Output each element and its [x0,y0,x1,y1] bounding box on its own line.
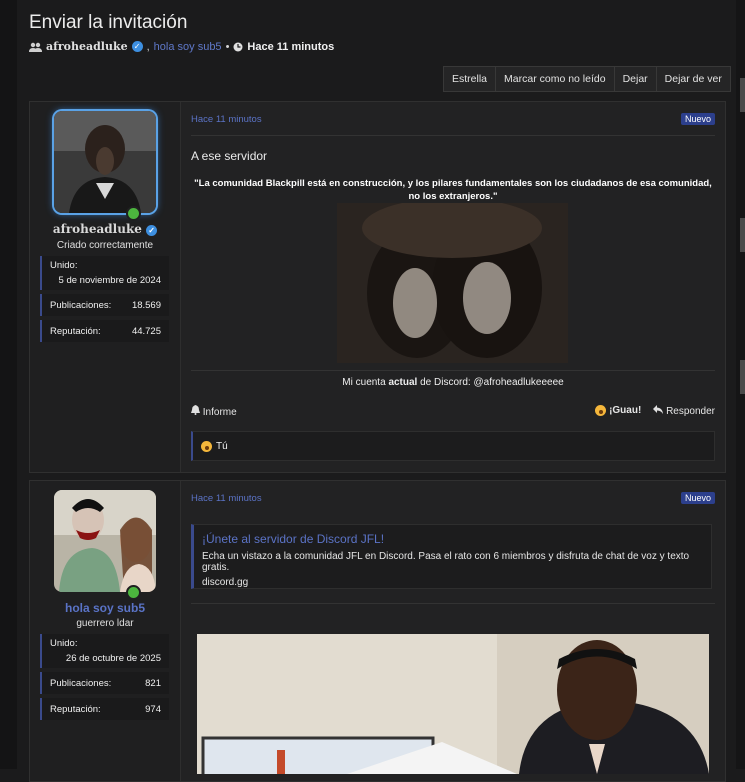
report-button[interactable]: Informe [191,405,237,418]
verified-icon: ✓ [131,41,143,52]
stat-label: Publicaciones: [50,677,112,689]
stat-label: Publicaciones: [50,299,112,311]
reactions-bar[interactable]: Tú [191,431,715,461]
post-quote: "La comunidad Blackpill está en construc… [194,178,712,202]
avatar-image [54,111,156,213]
embed-description: Echa un vistazo a la comunidad JFL en Di… [202,551,690,573]
user-title: Criado correctamente [56,240,154,251]
new-badge: Nuevo [680,492,715,504]
stat-value: 44.725 [131,325,161,337]
thread-time: Hace 11 minutos [247,40,335,53]
right-rail-chip [740,78,745,112]
emoji-wow-icon [201,440,212,452]
online-indicator [126,585,141,600]
user-panel: afroheadluke ✓ Criado correctamente Unid… [30,102,181,472]
signature-bold: actual [388,377,418,388]
stat-value: 974 [145,703,161,715]
stat-posts: Publicaciones: 821 [40,672,169,694]
stat-value: 5 de noviembre de 2024 [58,275,161,286]
new-badge: Nuevo [680,113,715,125]
thread-toolbar: Estrella Marcar como no leído Dejar Deja… [443,66,731,92]
right-rail-chip [740,218,745,252]
avatar[interactable] [54,111,156,213]
reply-label: Responder [666,406,715,417]
post-actions: Informe ¡Guau! Responder [191,405,715,418]
post-subject: A ese servidor [191,149,268,163]
signature-text: de Discord: @afroheadlukeeeee [417,377,564,388]
stat-posts: Publicaciones: 18.569 [40,294,169,316]
post-username[interactable]: afroheadluke ✓ [30,222,180,236]
star-button[interactable]: Estrella [444,67,495,91]
thread-author[interactable]: afroheadluke [46,40,128,53]
stat-joined: Unido: 5 de noviembre de 2024 [40,256,169,290]
post-video-image[interactable] [197,634,709,774]
clock-icon [233,42,243,51]
thread-participant[interactable]: hola soy sub5 [154,41,222,53]
report-label: Informe [202,407,237,418]
verified-icon: ✓ [146,225,158,236]
post: hola soy sub5 guerrero ldar Unido: 26 de… [29,480,726,782]
embed-site: discord.gg [202,577,249,588]
online-indicator [126,206,141,221]
meta-bullet: • [225,40,230,53]
stat-reputation: Reputación: 44.725 [40,320,169,342]
thread-meta: afroheadluke ✓ , hola soy sub5 • Hace 11… [29,40,334,53]
reply-icon [653,405,664,414]
avatar[interactable] [54,490,156,592]
divider [191,370,715,371]
post-signature: Mi cuenta actual de Discord: @afroheadlu… [191,377,715,388]
signature-text: Mi cuenta [342,377,389,388]
post-time[interactable]: Hace 11 minutos [191,114,262,125]
right-rail-chip [740,360,745,394]
users-icon [29,42,42,52]
divider [191,603,715,604]
discord-embed[interactable]: ¡Únete al servidor de Discord JFL! Echa … [191,524,712,589]
stat-value: 26 de octubre de 2025 [65,653,161,664]
stat-value: 18.569 [131,299,161,311]
leave-button[interactable]: Dejar [613,67,656,91]
username-text: afroheadluke [52,222,142,236]
post-image [337,203,568,363]
divider [191,135,715,136]
right-rail [736,0,745,769]
page-title: Enviar la invitación [29,12,188,33]
embed-title[interactable]: ¡Únete al servidor de Discord JFL! [202,532,703,546]
meta-separator: , [146,40,150,53]
unwatch-button[interactable]: Dejar de ver [655,67,730,91]
reactions-text: Tú [216,440,228,452]
reaction-button[interactable]: ¡Guau! [595,405,641,418]
bell-icon [191,405,200,415]
mark-unread-button[interactable]: Marcar como no leído [495,67,614,91]
user-panel: hola soy sub5 guerrero ldar Unido: 26 de… [30,481,181,781]
stat-label: Unido: [50,260,78,271]
stat-label: Unido: [50,638,78,649]
post-username[interactable]: hola soy sub5 [30,601,180,615]
reaction-label: ¡Guau! [609,405,642,417]
stat-value: 821 [145,677,161,689]
post: afroheadluke ✓ Criado correctamente Unid… [29,101,726,473]
stat-label: Reputación: [50,703,101,715]
stat-joined: Unido: 26 de octubre de 2025 [40,634,169,668]
post-time[interactable]: Hace 11 minutos [191,493,262,504]
emoji-wow-icon [595,405,607,416]
left-rail [0,0,17,769]
stat-label: Reputación: [50,325,101,337]
reply-button[interactable]: Responder [653,405,715,418]
avatar-image [54,490,156,592]
user-title: guerrero ldar [76,618,134,629]
stat-reputation: Reputación: 974 [40,698,169,720]
